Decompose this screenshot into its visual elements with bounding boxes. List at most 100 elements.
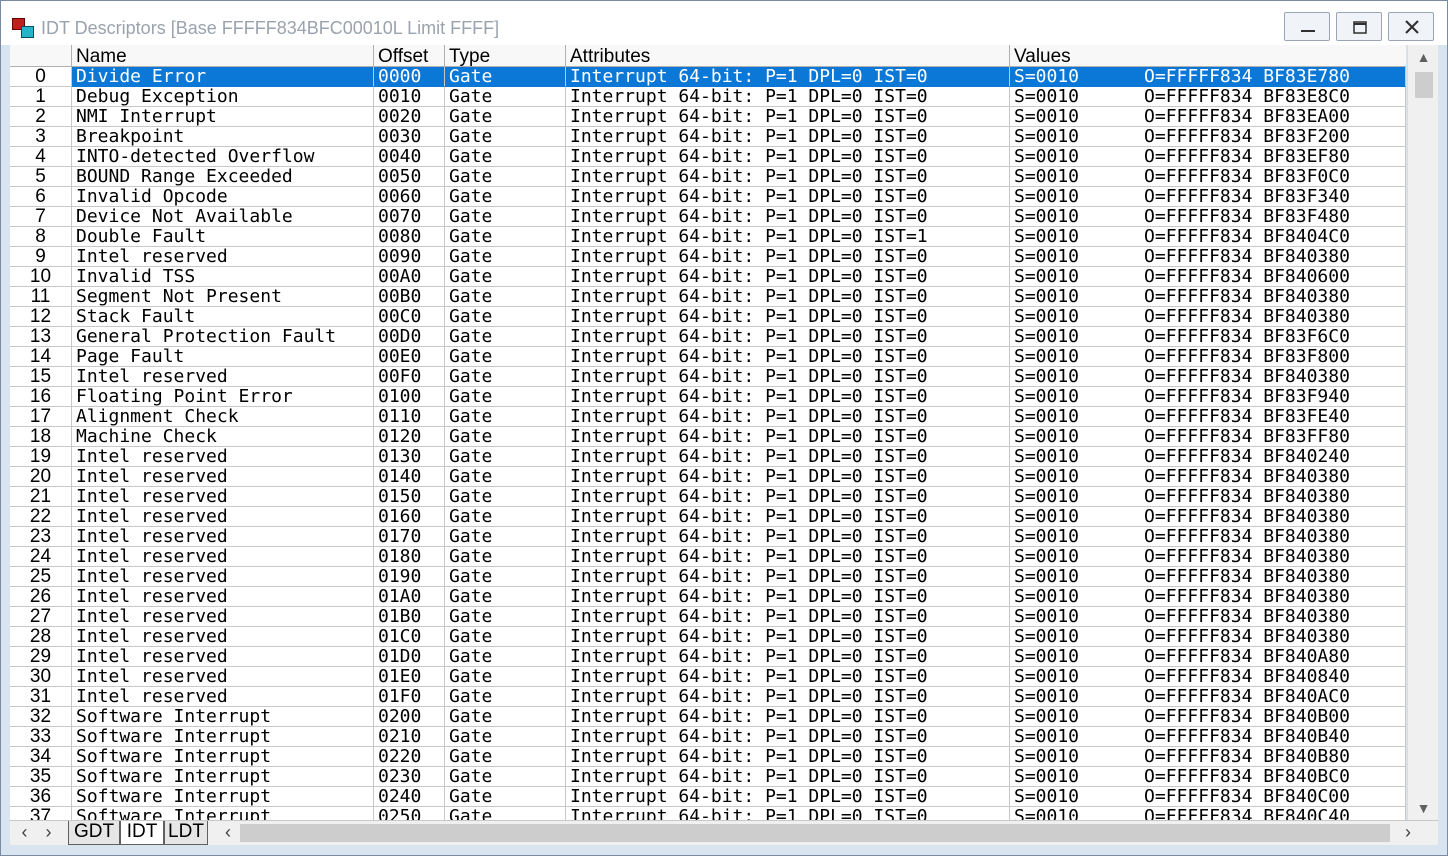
row-type[interactable]: Gate xyxy=(445,727,566,747)
row-values[interactable]: S=0010 O=FFFFF834 BF840380 xyxy=(1010,507,1406,527)
row-values[interactable]: S=0010 O=FFFFF834 BF83EA00 xyxy=(1010,107,1406,127)
row-offset[interactable]: 00F0 xyxy=(374,367,445,387)
tab-ldt[interactable]: LDT xyxy=(164,821,208,845)
row-name[interactable]: Machine Check xyxy=(72,427,374,447)
row-type[interactable]: Gate xyxy=(445,667,566,687)
table-row[interactable]: 6 Invalid Opcode 0060 Gate Interrupt 64-bit:… xyxy=(10,187,1406,207)
row-type[interactable]: Gate xyxy=(445,127,566,147)
header-type[interactable]: Type xyxy=(445,45,566,67)
row-offset[interactable]: 0070 xyxy=(374,207,445,227)
row-type[interactable]: Gate xyxy=(445,227,566,247)
table-row[interactable]: 29 Intel reserved 01D0 Gate Interrupt 64-bit… xyxy=(10,647,1406,667)
vertical-scroll-thumb[interactable] xyxy=(1415,72,1433,98)
row-name[interactable]: Device Not Available xyxy=(72,207,374,227)
row-attributes[interactable]: Interrupt 64-bit: P=1 DPL=0 IST=0 xyxy=(566,67,1010,87)
row-index[interactable]: 12 xyxy=(10,307,72,327)
row-attributes[interactable]: Interrupt 64-bit: P=1 DPL=0 IST=0 xyxy=(566,707,1010,727)
row-name[interactable]: Divide Error xyxy=(72,67,374,87)
row-offset[interactable]: 0210 xyxy=(374,727,445,747)
table-row[interactable]: 22 Intel reserved 0160 Gate Interrupt 64-bit… xyxy=(10,507,1406,527)
row-values[interactable]: S=0010 O=FFFFF834 BF840380 xyxy=(1010,527,1406,547)
row-index[interactable]: 0 xyxy=(10,67,72,87)
row-name[interactable]: Intel reserved xyxy=(72,487,374,507)
row-index[interactable]: 20 xyxy=(10,467,72,487)
row-attributes[interactable]: Interrupt 64-bit: P=1 DPL=0 IST=0 xyxy=(566,407,1010,427)
row-name[interactable]: Software Interrupt xyxy=(72,747,374,767)
row-attributes[interactable]: Interrupt 64-bit: P=1 DPL=0 IST=0 xyxy=(566,547,1010,567)
tab-idt[interactable]: IDT xyxy=(120,821,164,845)
row-index[interactable]: 24 xyxy=(10,547,72,567)
table-row[interactable]: 11 Segment Not Present 00B0 Gate Interrupt 6… xyxy=(10,287,1406,307)
row-type[interactable]: Gate xyxy=(445,647,566,667)
row-index[interactable]: 5 xyxy=(10,167,72,187)
row-values[interactable]: S=0010 O=FFFFF834 BF840380 xyxy=(1010,567,1406,587)
row-attributes[interactable]: Interrupt 64-bit: P=1 DPL=0 IST=0 xyxy=(566,787,1010,807)
row-name[interactable]: General Protection Fault xyxy=(72,327,374,347)
row-values[interactable]: S=0010 O=FFFFF834 BF840B40 xyxy=(1010,727,1406,747)
row-offset[interactable]: 00A0 xyxy=(374,267,445,287)
idt-grid[interactable]: Name Offset Type Attributes Values 0 Divi… xyxy=(10,45,1406,820)
row-attributes[interactable]: Interrupt 64-bit: P=1 DPL=0 IST=0 xyxy=(566,427,1010,447)
row-index[interactable]: 37 xyxy=(10,807,72,820)
row-name[interactable]: Software Interrupt xyxy=(72,767,374,787)
row-name[interactable]: Intel reserved xyxy=(72,567,374,587)
row-type[interactable]: Gate xyxy=(445,307,566,327)
minimize-button[interactable] xyxy=(1284,12,1330,41)
row-offset[interactable]: 0010 xyxy=(374,87,445,107)
row-index[interactable]: 36 xyxy=(10,787,72,807)
row-values[interactable]: S=0010 O=FFFFF834 BF840380 xyxy=(1010,307,1406,327)
row-offset[interactable]: 0250 xyxy=(374,807,445,820)
row-offset[interactable]: 00D0 xyxy=(374,327,445,347)
row-type[interactable]: Gate xyxy=(445,587,566,607)
row-offset[interactable]: 0200 xyxy=(374,707,445,727)
row-attributes[interactable]: Interrupt 64-bit: P=1 DPL=0 IST=0 xyxy=(566,287,1010,307)
row-offset[interactable]: 0060 xyxy=(374,187,445,207)
row-type[interactable]: Gate xyxy=(445,387,566,407)
row-values[interactable]: S=0010 O=FFFFF834 BF840380 xyxy=(1010,587,1406,607)
row-index[interactable]: 18 xyxy=(10,427,72,447)
row-name[interactable]: Floating Point Error xyxy=(72,387,374,407)
row-values[interactable]: S=0010 O=FFFFF834 BF83F6C0 xyxy=(1010,327,1406,347)
row-type[interactable]: Gate xyxy=(445,427,566,447)
row-values[interactable]: S=0010 O=FFFFF834 BF83E8C0 xyxy=(1010,87,1406,107)
table-row[interactable]: 14 Page Fault 00E0 Gate Interrupt 64-bit: P=… xyxy=(10,347,1406,367)
row-offset[interactable]: 0170 xyxy=(374,527,445,547)
row-values[interactable]: S=0010 O=FFFFF834 BF83E780 xyxy=(1010,67,1406,87)
table-row[interactable]: 31 Intel reserved 01F0 Gate Interrupt 64-bit… xyxy=(10,687,1406,707)
row-offset[interactable]: 0120 xyxy=(374,427,445,447)
row-name[interactable]: NMI Interrupt xyxy=(72,107,374,127)
table-row[interactable]: 15 Intel reserved 00F0 Gate Interrupt 64-bit… xyxy=(10,367,1406,387)
row-offset[interactable]: 0220 xyxy=(374,747,445,767)
row-index[interactable]: 11 xyxy=(10,287,72,307)
row-values[interactable]: S=0010 O=FFFFF834 BF840600 xyxy=(1010,267,1406,287)
row-offset[interactable]: 0110 xyxy=(374,407,445,427)
row-values[interactable]: S=0010 O=FFFFF834 BF83EF80 xyxy=(1010,147,1406,167)
row-attributes[interactable]: Interrupt 64-bit: P=1 DPL=0 IST=0 xyxy=(566,127,1010,147)
row-index[interactable]: 32 xyxy=(10,707,72,727)
row-attributes[interactable]: Interrupt 64-bit: P=1 DPL=0 IST=0 xyxy=(566,207,1010,227)
row-offset[interactable]: 0240 xyxy=(374,787,445,807)
row-attributes[interactable]: Interrupt 64-bit: P=1 DPL=0 IST=0 xyxy=(566,487,1010,507)
row-values[interactable]: S=0010 O=FFFFF834 BF840B00 xyxy=(1010,707,1406,727)
row-index[interactable]: 17 xyxy=(10,407,72,427)
table-row[interactable]: 21 Intel reserved 0150 Gate Interrupt 64-bit… xyxy=(10,487,1406,507)
row-type[interactable]: Gate xyxy=(445,787,566,807)
table-row[interactable]: 0 Divide Error 0000 Gate Interrupt 64-bit: P… xyxy=(10,67,1406,87)
row-attributes[interactable]: Interrupt 64-bit: P=1 DPL=0 IST=0 xyxy=(566,467,1010,487)
row-name[interactable]: Intel reserved xyxy=(72,687,374,707)
row-type[interactable]: Gate xyxy=(445,567,566,587)
row-offset[interactable]: 01E0 xyxy=(374,667,445,687)
row-index[interactable]: 4 xyxy=(10,147,72,167)
row-name[interactable]: Alignment Check xyxy=(72,407,374,427)
row-offset[interactable]: 00C0 xyxy=(374,307,445,327)
table-row[interactable]: 9 Intel reserved 0090 Gate Interrupt 64-bit:… xyxy=(10,247,1406,267)
row-index[interactable]: 15 xyxy=(10,367,72,387)
scroll-left-icon[interactable]: ‹ xyxy=(216,821,240,845)
row-offset[interactable]: 0230 xyxy=(374,767,445,787)
row-index[interactable]: 19 xyxy=(10,447,72,467)
row-name[interactable]: Stack Fault xyxy=(72,307,374,327)
row-attributes[interactable]: Interrupt 64-bit: P=1 DPL=0 IST=0 xyxy=(566,627,1010,647)
row-index[interactable]: 34 xyxy=(10,747,72,767)
row-name[interactable]: Intel reserved xyxy=(72,547,374,567)
row-attributes[interactable]: Interrupt 64-bit: P=1 DPL=0 IST=0 xyxy=(566,507,1010,527)
